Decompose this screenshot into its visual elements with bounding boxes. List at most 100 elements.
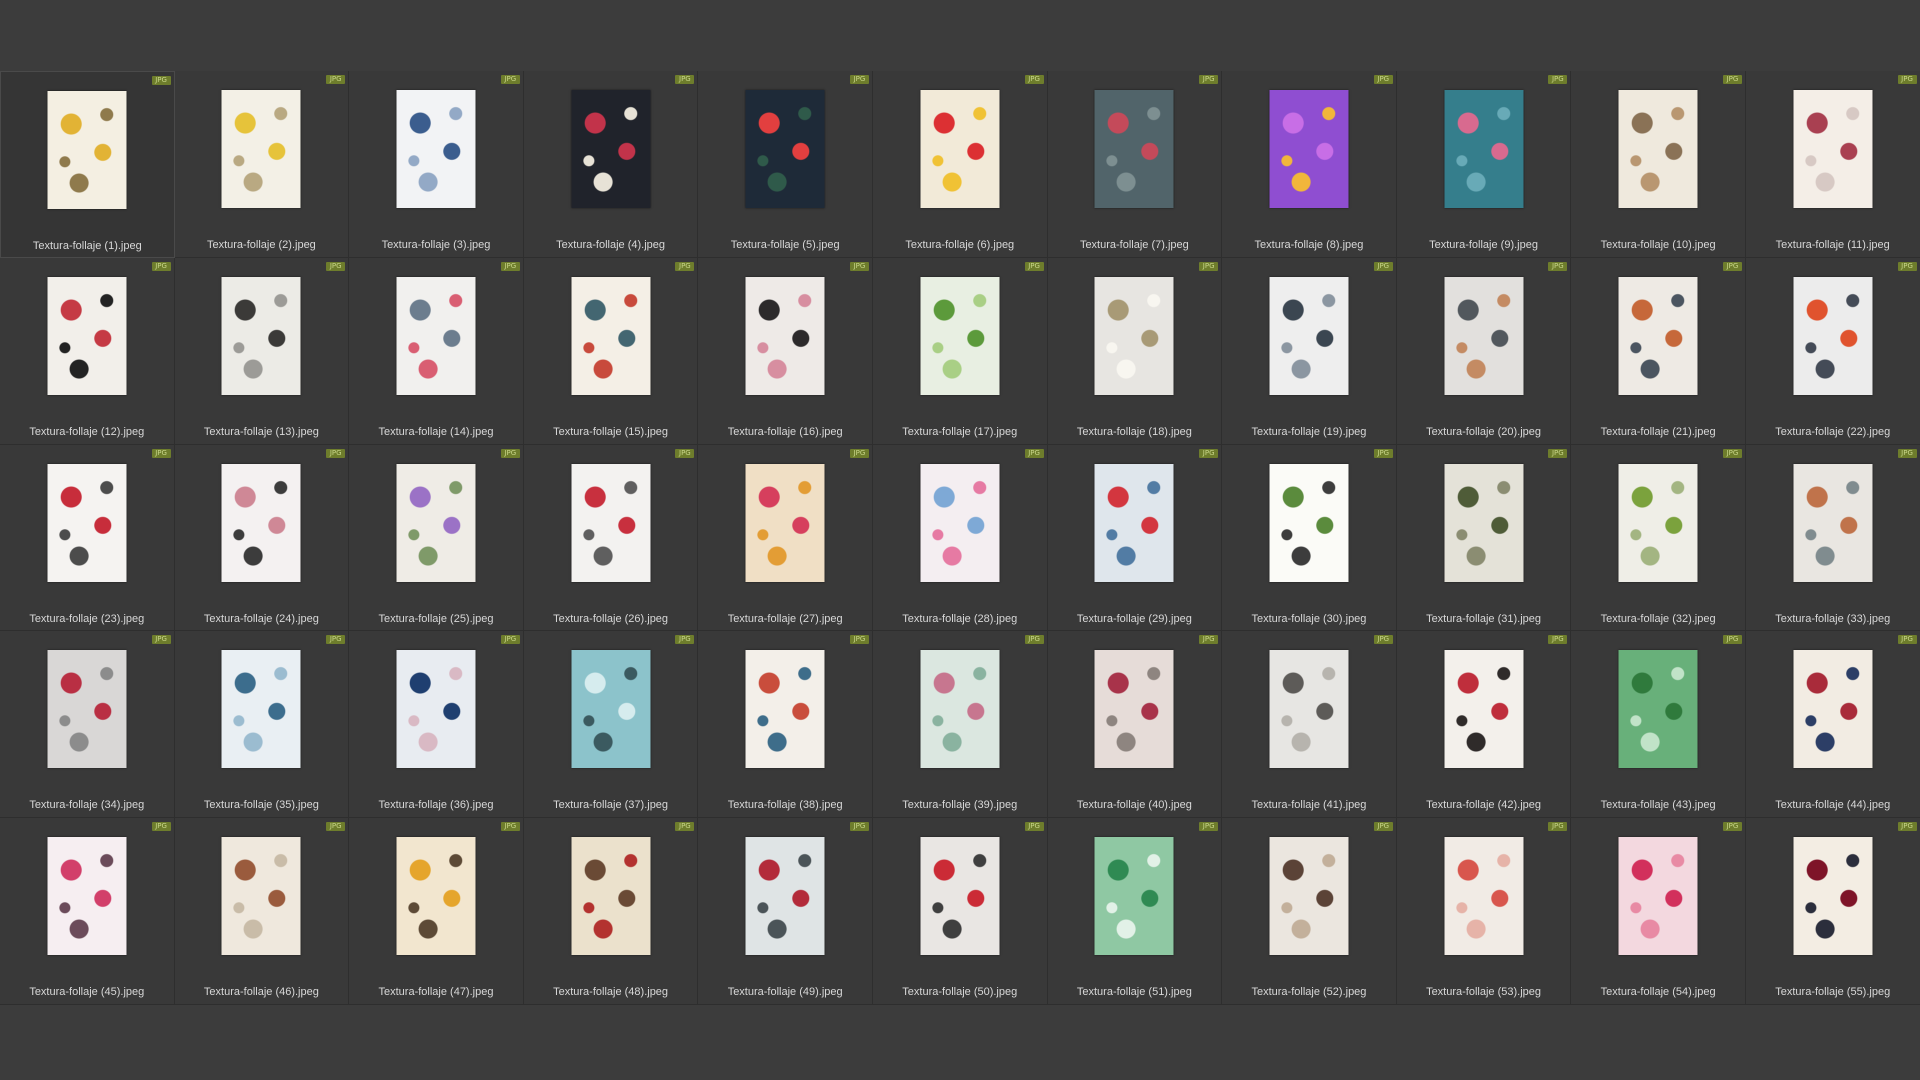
file-thumbnail-item[interactable]: JPG Textura-follaje (25).jpeg (349, 444, 524, 632)
image-preview[interactable] (1618, 650, 1698, 769)
file-thumbnail-item[interactable]: JPG Textura-follaje (7).jpeg (1047, 71, 1223, 258)
file-thumbnail-item[interactable]: JPG Textura-follaje (15).jpeg (523, 257, 699, 445)
image-preview[interactable] (571, 463, 651, 582)
image-preview[interactable] (1618, 276, 1698, 395)
image-preview[interactable] (1618, 463, 1698, 582)
image-preview[interactable] (571, 650, 651, 769)
image-preview[interactable] (47, 463, 127, 582)
file-thumbnail-item[interactable]: JPG Textura-follaje (22).jpeg (1745, 257, 1920, 445)
file-thumbnail-item[interactable]: JPG Textura-follaje (19).jpeg (1222, 257, 1397, 445)
file-thumbnail-item[interactable]: JPG Textura-follaje (30).jpeg (1222, 444, 1397, 632)
file-thumbnail-item[interactable]: JPG Textura-follaje (8).jpeg (1222, 71, 1397, 258)
file-thumbnail-item[interactable]: JPG Textura-follaje (29).jpeg (1047, 444, 1223, 632)
image-preview[interactable] (1793, 463, 1873, 582)
image-preview[interactable] (396, 90, 476, 208)
image-preview[interactable] (571, 90, 651, 208)
image-preview[interactable] (1444, 650, 1524, 769)
image-preview[interactable] (221, 90, 301, 208)
file-thumbnail-item[interactable]: JPG Textura-follaje (9).jpeg (1396, 71, 1572, 258)
image-preview[interactable] (1444, 837, 1524, 956)
image-preview[interactable] (745, 90, 825, 208)
image-preview[interactable] (47, 276, 127, 395)
file-thumbnail-item[interactable]: JPG Textura-follaje (11).jpeg (1745, 71, 1920, 258)
file-thumbnail-item[interactable]: JPG Textura-follaje (3).jpeg (349, 71, 524, 258)
image-preview[interactable] (396, 837, 476, 956)
file-thumbnail-item[interactable]: JPG Textura-follaje (10).jpeg (1571, 71, 1746, 258)
image-preview[interactable] (1094, 463, 1174, 582)
file-thumbnail-item[interactable]: JPG Textura-follaje (50).jpeg (872, 818, 1048, 1005)
file-thumbnail-item[interactable]: JPG Textura-follaje (16).jpeg (698, 257, 873, 445)
file-thumbnail-item[interactable]: JPG Textura-follaje (24).jpeg (174, 444, 350, 632)
file-thumbnail-item[interactable]: JPG Textura-follaje (38).jpeg (698, 631, 873, 819)
file-thumbnail-item[interactable]: JPG Textura-follaje (21).jpeg (1571, 257, 1746, 445)
file-thumbnail-item[interactable]: JPG Textura-follaje (49).jpeg (698, 818, 873, 1005)
file-thumbnail-item[interactable]: JPG Textura-follaje (39).jpeg (872, 631, 1048, 819)
file-thumbnail-item[interactable]: JPG Textura-follaje (52).jpeg (1222, 818, 1397, 1005)
image-preview[interactable] (221, 837, 301, 956)
image-preview[interactable] (396, 650, 476, 769)
image-preview[interactable] (1269, 276, 1349, 395)
file-thumbnail-item[interactable]: JPG Textura-follaje (45).jpeg (0, 818, 175, 1005)
image-preview[interactable] (1269, 650, 1349, 769)
image-preview[interactable] (1269, 90, 1349, 208)
file-thumbnail-item[interactable]: JPG Textura-follaje (44).jpeg (1745, 631, 1920, 819)
image-preview[interactable] (396, 463, 476, 582)
file-thumbnail-item[interactable]: JPG Textura-follaje (43).jpeg (1571, 631, 1746, 819)
file-thumbnail-item[interactable]: JPG Textura-follaje (2).jpeg (174, 71, 350, 258)
file-thumbnail-item[interactable]: JPG Textura-follaje (17).jpeg (872, 257, 1048, 445)
image-preview[interactable] (571, 837, 651, 956)
file-thumbnail-item[interactable]: JPG Textura-follaje (27).jpeg (698, 444, 873, 632)
image-preview[interactable] (1269, 463, 1349, 582)
file-thumbnail-item[interactable]: JPG Textura-follaje (53).jpeg (1396, 818, 1572, 1005)
file-thumbnail-item[interactable]: JPG Textura-follaje (46).jpeg (174, 818, 350, 1005)
image-preview[interactable] (1444, 276, 1524, 395)
image-preview[interactable] (1094, 837, 1174, 956)
file-thumbnail-item[interactable]: JPG Textura-follaje (33).jpeg (1745, 444, 1920, 632)
image-preview[interactable] (1618, 90, 1698, 208)
file-thumbnail-item[interactable]: JPG Textura-follaje (54).jpeg (1571, 818, 1746, 1005)
image-preview[interactable] (745, 276, 825, 395)
file-thumbnail-item[interactable]: JPG Textura-follaje (14).jpeg (349, 257, 524, 445)
image-preview[interactable] (1444, 463, 1524, 582)
file-thumbnail-item[interactable]: JPG Textura-follaje (28).jpeg (872, 444, 1048, 632)
file-thumbnail-item[interactable]: JPG Textura-follaje (48).jpeg (523, 818, 699, 1005)
image-preview[interactable] (920, 837, 1000, 956)
image-preview[interactable] (396, 276, 476, 395)
file-thumbnail-item[interactable]: JPG Textura-follaje (42).jpeg (1396, 631, 1572, 819)
file-thumbnail-item[interactable]: JPG Textura-follaje (36).jpeg (349, 631, 524, 819)
image-preview[interactable] (47, 650, 127, 769)
image-preview[interactable] (1094, 650, 1174, 769)
image-preview[interactable] (745, 837, 825, 956)
file-thumbnail-item[interactable]: JPG Textura-follaje (55).jpeg (1745, 818, 1920, 1005)
file-thumbnail-item[interactable]: JPG Textura-follaje (12).jpeg (0, 257, 175, 445)
file-thumbnail-item[interactable]: JPG Textura-follaje (31).jpeg (1396, 444, 1572, 632)
image-preview[interactable] (1793, 650, 1873, 769)
file-thumbnail-item[interactable]: JPG Textura-follaje (5).jpeg (698, 71, 873, 258)
file-thumbnail-item[interactable]: JPG Textura-follaje (51).jpeg (1047, 818, 1223, 1005)
image-preview[interactable] (745, 650, 825, 769)
image-preview[interactable] (221, 463, 301, 582)
image-preview[interactable] (920, 90, 1000, 208)
file-thumbnail-item[interactable]: JPG Textura-follaje (35).jpeg (174, 631, 350, 819)
file-thumbnail-item[interactable]: JPG Textura-follaje (34).jpeg (0, 631, 175, 819)
file-thumbnail-item[interactable]: JPG Textura-follaje (18).jpeg (1047, 257, 1223, 445)
file-thumbnail-item[interactable]: JPG Textura-follaje (1).jpeg (0, 71, 175, 258)
image-preview[interactable] (1793, 837, 1873, 956)
image-preview[interactable] (221, 650, 301, 769)
image-preview[interactable] (1094, 276, 1174, 395)
image-preview[interactable] (221, 276, 301, 395)
file-thumbnail-item[interactable]: JPG Textura-follaje (32).jpeg (1571, 444, 1746, 632)
image-preview[interactable] (1269, 837, 1349, 956)
file-thumbnail-item[interactable]: JPG Textura-follaje (26).jpeg (523, 444, 699, 632)
image-preview[interactable] (1793, 90, 1873, 208)
file-thumbnail-item[interactable]: JPG Textura-follaje (23).jpeg (0, 444, 175, 632)
image-preview[interactable] (1618, 837, 1698, 956)
image-preview[interactable] (47, 837, 127, 956)
file-thumbnail-item[interactable]: JPG Textura-follaje (20).jpeg (1396, 257, 1572, 445)
image-preview[interactable] (1094, 90, 1174, 208)
image-preview[interactable] (571, 276, 651, 395)
file-thumbnail-item[interactable]: JPG Textura-follaje (47).jpeg (349, 818, 524, 1005)
file-thumbnail-item[interactable]: JPG Textura-follaje (4).jpeg (523, 71, 699, 258)
image-preview[interactable] (1793, 276, 1873, 395)
image-preview[interactable] (920, 463, 1000, 582)
